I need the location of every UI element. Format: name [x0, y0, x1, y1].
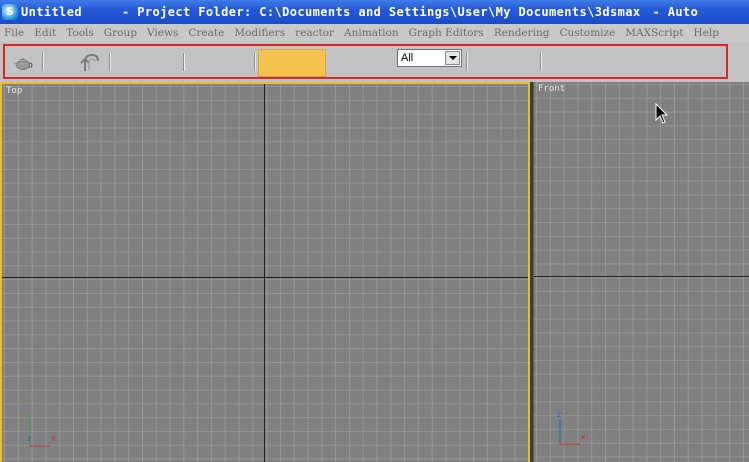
gizmo-z-label: z — [557, 410, 562, 419]
mouse-cursor-icon — [655, 103, 669, 124]
title-bar[interactable]: S Untitled - Project Folder: C:\Document… — [0, 0, 749, 24]
menu-file[interactable]: File — [4, 27, 24, 39]
menu-tools[interactable]: Tools — [66, 27, 94, 39]
main-toolbar: All — [0, 42, 749, 82]
menu-group[interactable]: Group — [104, 27, 137, 39]
viewport-label-top[interactable]: Top — [6, 86, 22, 96]
app-name: - Auto — [652, 5, 699, 19]
viewport-front[interactable]: Front z y x — [533, 82, 749, 462]
menu-graph-editors[interactable]: Graph Editors — [409, 27, 484, 39]
axis-gizmo-top: y z x — [20, 410, 60, 450]
document-name: Untitled — [21, 5, 82, 19]
menu-modifiers[interactable]: Modifiers — [234, 27, 285, 39]
menu-create[interactable]: Create — [188, 27, 224, 39]
axis-gizmo-front: z y x — [550, 408, 590, 448]
gizmo-x-label: x — [51, 434, 56, 443]
menu-reactor[interactable]: reactor — [295, 27, 334, 39]
menu-bar: File Edit Tools Group Views Create Modif… — [0, 24, 749, 42]
project-folder-path: - Project Folder: C:\Documents and Setti… — [122, 5, 641, 19]
gizmo-y-label: y — [557, 432, 562, 441]
menu-views[interactable]: Views — [147, 27, 178, 39]
menu-animation[interactable]: Animation — [344, 27, 399, 39]
viewport-top[interactable]: Top y z x — [0, 82, 530, 462]
grid-axis-horizontal — [534, 276, 749, 277]
gizmo-y-label: y — [27, 412, 32, 421]
menu-rendering[interactable]: Rendering — [494, 27, 550, 39]
grid-axis-vertical — [264, 84, 265, 462]
menu-edit[interactable]: Edit — [34, 27, 56, 39]
viewport-label-front[interactable]: Front — [538, 84, 565, 94]
menu-maxscript[interactable]: MAXScript — [625, 27, 683, 39]
menu-customize[interactable]: Customize — [560, 27, 616, 39]
gizmo-z-label: z — [27, 434, 32, 443]
app-icon[interactable]: S — [2, 4, 18, 20]
gizmo-x-label: x — [581, 432, 586, 441]
menu-help[interactable]: Help — [694, 27, 719, 39]
toolbar-highlight-box — [3, 44, 728, 79]
grid-axis-horizontal — [2, 277, 528, 278]
